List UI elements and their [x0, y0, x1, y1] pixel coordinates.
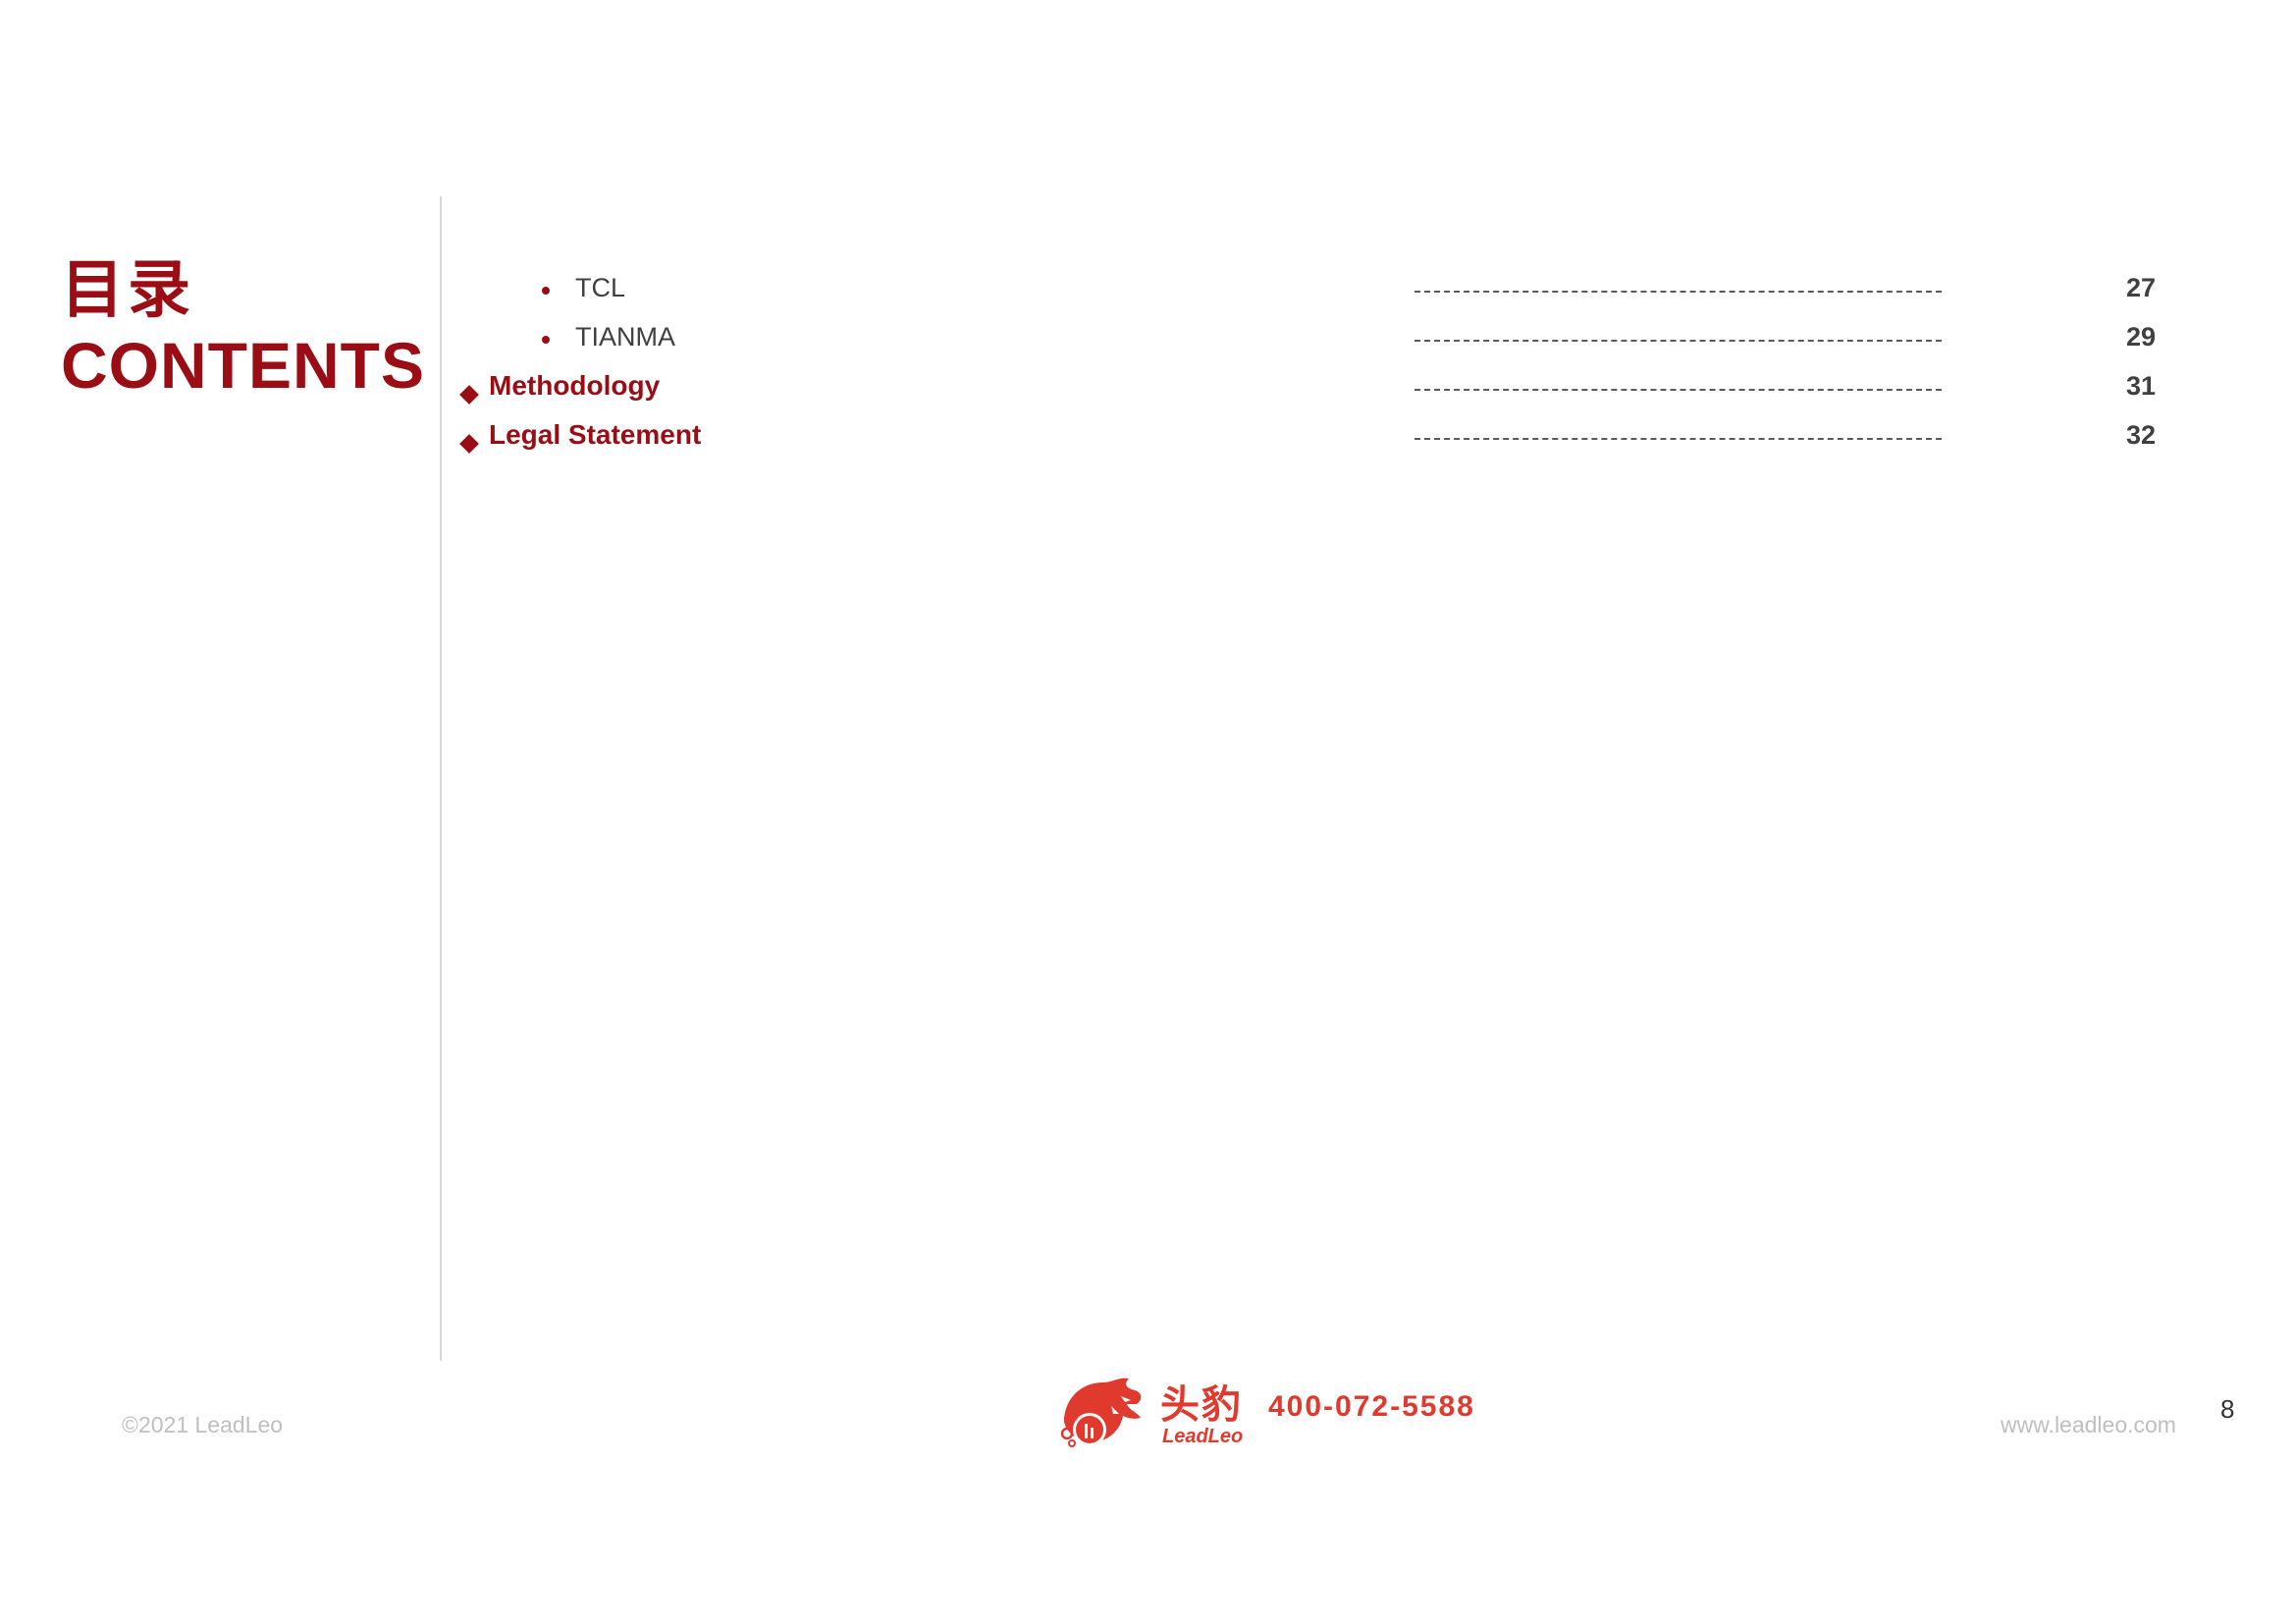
dotted-leader [1415, 340, 1942, 342]
toc-page-number: 32 [2125, 420, 2156, 450]
toc-page-number: 29 [2125, 322, 2156, 352]
toc-item-label: TIANMA [575, 322, 676, 352]
toc-item-label: Legal Statement [489, 419, 702, 450]
toc-item-tcl[interactable]: TCL 27 [0, 273, 2296, 328]
contact-phone: 400-072-5588 [1268, 1390, 1475, 1423]
brand-name-english: LeadLeo [1162, 1426, 1244, 1447]
brand-name-chinese: 头豹 [1160, 1382, 1243, 1428]
toc-page-number: 27 [2125, 273, 2156, 302]
toc-item-methodology[interactable]: Methodology 31 [0, 370, 2296, 426]
toc-item-label: TCL [575, 273, 626, 302]
diamond-bullet-icon [459, 385, 479, 405]
page-number: 8 [2220, 1394, 2235, 1424]
toc-item-label: Methodology [489, 370, 661, 401]
toc-page-number: 31 [2125, 371, 2156, 401]
leadleo-logo: 头豹 LeadLeo 400-072-5588 [1058, 1371, 1482, 1459]
dotted-leader [1415, 291, 1942, 293]
toc-item-legal-statement[interactable]: Legal Statement 32 [0, 419, 2296, 475]
diamond-bullet-icon [459, 434, 479, 454]
bullet-dot-icon [542, 287, 550, 295]
bullet-dot-icon [542, 336, 550, 344]
footer-website[interactable]: www.leadleo.com [2001, 1412, 2176, 1438]
leopard-head-icon [1060, 1378, 1142, 1447]
toc-item-tianma[interactable]: TIANMA 29 [0, 322, 2296, 377]
dotted-leader [1415, 438, 1942, 440]
footer-copyright: ©2021 LeadLeo [122, 1412, 284, 1437]
dotted-leader [1415, 389, 1942, 391]
